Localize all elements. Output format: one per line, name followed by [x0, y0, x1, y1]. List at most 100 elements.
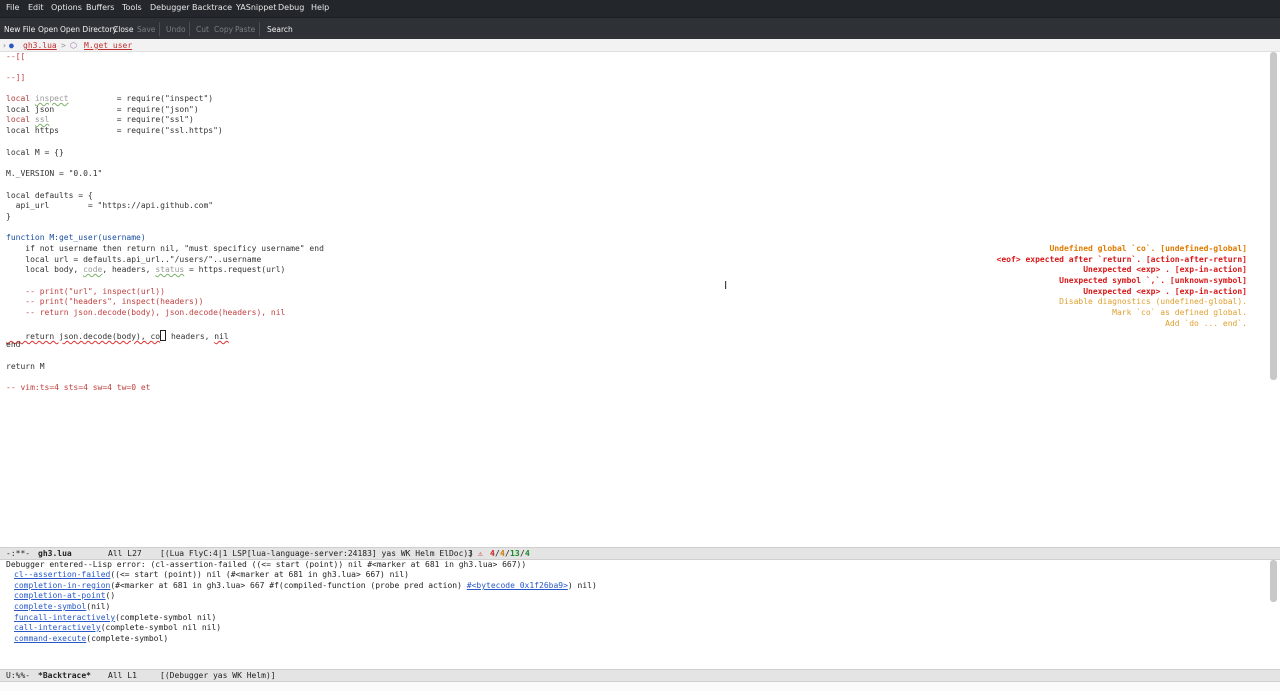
backtrace-scrollbar[interactable]: [1270, 560, 1277, 602]
minibuffer[interactable]: [0, 682, 1280, 691]
breadcrumb-file[interactable]: gh3.lua: [23, 41, 57, 50]
menu-yasnippet[interactable]: YASnippet: [236, 3, 276, 12]
frame-function-link[interactable]: funcall-interactively: [14, 613, 115, 622]
mouse-ibeam-icon: I: [724, 279, 728, 292]
error-token: return json.decode(body), co: [6, 332, 161, 341]
diagnostic-message: Undefined global `co`. [undefined-global…: [1049, 244, 1247, 253]
backtrace-frame[interactable]: completion-at-point(): [14, 591, 115, 601]
frame-function-link[interactable]: complete-symbol: [14, 602, 86, 611]
frame-args: (complete-symbol nil nil): [100, 623, 222, 632]
code-line: return json.decode(body), co headers, ni…: [6, 330, 229, 342]
error-count: 3: [468, 549, 473, 558]
modified-status: U:%%-: [6, 671, 31, 680]
buffer-position: All L1: [108, 671, 137, 680]
frame-function-link[interactable]: command-execute: [14, 634, 86, 643]
code-line: local json = require("json"): [6, 105, 199, 114]
cut-button[interactable]: Cut: [196, 25, 209, 34]
diag-count-info: 13: [510, 549, 520, 558]
frame-function-link[interactable]: cl--assertion-failed: [14, 570, 110, 579]
close-button[interactable]: Close: [113, 25, 133, 34]
paste-button[interactable]: Paste: [235, 25, 255, 34]
frame-args: (): [105, 591, 116, 600]
code-line: -- print("headers", inspect(headers)): [6, 297, 204, 306]
code-action[interactable]: Disable diagnostics (undefined-global).: [1059, 297, 1247, 307]
backtrace-frame[interactable]: command-execute(complete-symbol): [14, 634, 168, 644]
menu-help[interactable]: Help: [311, 3, 329, 12]
buffer-name[interactable]: gh3.lua: [38, 549, 72, 558]
menu-debug[interactable]: Debug: [278, 3, 304, 12]
menu-buffers[interactable]: Buffers: [86, 3, 114, 12]
breadcrumb-separator: >: [61, 41, 66, 50]
frame-function-link[interactable]: completion-in-region: [14, 581, 110, 590]
undo-button[interactable]: Undo: [166, 25, 186, 34]
frame-function-link[interactable]: completion-at-point: [14, 591, 106, 600]
menu-backtrace[interactable]: Backtrace: [192, 3, 232, 12]
mode-list[interactable]: [(Debugger yas WK Helm)]: [160, 671, 276, 680]
code-line: return M: [6, 362, 45, 371]
unused-variable: code: [83, 265, 103, 274]
editor-scrollbar[interactable]: [1270, 52, 1277, 380]
code-line: function M:get_user(username): [6, 233, 146, 242]
code-token: , headers,: [102, 265, 156, 274]
code-line: -- return json.decode(body), json.decode…: [6, 308, 286, 317]
code-token: = require("inspect"): [68, 94, 214, 103]
lua-file-icon: ●: [9, 41, 14, 50]
mode-line: -:**- gh3.lua All L27 [(Lua FlyC:4|1 LSP…: [0, 547, 1280, 560]
diagnostic-message: Unexpected <exp> . [exp-in-action]: [1083, 265, 1247, 274]
new-file-button[interactable]: New File: [4, 25, 35, 34]
toolbar-separator: [159, 22, 160, 36]
save-button[interactable]: Save: [137, 25, 155, 34]
frame-args: ((<= start (point)) nil (#<marker at 681…: [110, 570, 409, 579]
code-line: local https = require("ssl.https"): [6, 126, 223, 135]
bytecode-link[interactable]: #<bytecode 0x1f26ba9>: [467, 581, 568, 590]
menu-debugger[interactable]: Debugger: [150, 3, 190, 12]
method-icon: ⬡: [70, 41, 77, 50]
menu-options[interactable]: Options: [51, 3, 82, 12]
chevron-right-icon: ›: [2, 41, 7, 50]
code-line: local inspect = require("inspect"): [6, 94, 213, 104]
code-line: M._VERSION = "0.0.1": [6, 169, 103, 178]
frame-args: ) nil): [567, 581, 597, 590]
menu-file[interactable]: File: [6, 3, 19, 12]
diagnostic-message: <eof> expected after `return`. [action-a…: [996, 255, 1247, 264]
frame-args: (#<marker at 681 in gh3.lua> 667 #f(comp…: [110, 581, 467, 590]
code-token: local: [6, 94, 35, 103]
code-line: local url = defaults.api_url.."/users/".…: [6, 255, 262, 264]
backtrace-frame[interactable]: cl--assertion-failed((<= start (point)) …: [14, 570, 409, 580]
backtrace-frame[interactable]: call-interactively(complete-symbol nil n…: [14, 623, 221, 633]
backtrace-header: Debugger entered--Lisp error: (cl-assert…: [6, 560, 527, 569]
code-line: if not username then return nil, "must s…: [6, 244, 324, 253]
open-button[interactable]: Open: [38, 25, 58, 34]
toolbar-separator: [189, 22, 190, 36]
unused-variable: ssl: [34, 115, 50, 124]
backtrace-buffer[interactable]: Debugger entered--Lisp error: (cl-assert…: [0, 560, 1268, 668]
unused-variable: status: [155, 265, 185, 274]
menu-tools[interactable]: Tools: [122, 3, 142, 12]
open-directory-button[interactable]: Open Directory: [60, 25, 117, 34]
search-button[interactable]: Search: [267, 25, 293, 34]
code-line: --]]: [6, 73, 26, 82]
backtrace-frame[interactable]: funcall-interactively(complete-symbol ni…: [14, 613, 216, 623]
code-line: local defaults = {: [6, 191, 93, 200]
code-line: local M = {}: [6, 148, 64, 157]
copy-button[interactable]: Copy: [214, 25, 233, 34]
mode-list[interactable]: [(Lua FlyC:4|1 LSP[lua-language-server:2…: [160, 549, 473, 558]
backtrace-frame[interactable]: complete-symbol(nil): [14, 602, 110, 612]
code-token: local body,: [6, 265, 84, 274]
code-action[interactable]: Add `do ... end`.: [1165, 319, 1247, 329]
buffer-name[interactable]: *Backtrace*: [38, 671, 91, 680]
frame-args: (complete-symbol nil): [115, 613, 217, 622]
frame-args: (complete-symbol): [86, 634, 169, 643]
frame-args: (nil): [86, 602, 111, 611]
code-line: -- print("url", inspect(url)): [6, 287, 165, 296]
code-line: local ssl = require("ssl"): [6, 115, 194, 125]
breadcrumb-symbol[interactable]: M.get_user: [84, 41, 132, 50]
code-editor[interactable]: --[[ --]] local inspect = require("inspe…: [0, 51, 1268, 547]
error-icon: ⚠: [478, 549, 483, 558]
backtrace-frame[interactable]: completion-in-region(#<marker at 681 in …: [14, 581, 597, 591]
menu-edit[interactable]: Edit: [28, 3, 44, 12]
code-action[interactable]: Mark `co` as defined global.: [1112, 308, 1247, 318]
menu-bar: File Edit Options Buffers Tools Debugger…: [0, 0, 1280, 17]
frame-function-link[interactable]: call-interactively: [14, 623, 101, 632]
backtrace-mode-line: U:%%- *Backtrace* All L1 [(Debugger yas …: [0, 669, 1280, 682]
